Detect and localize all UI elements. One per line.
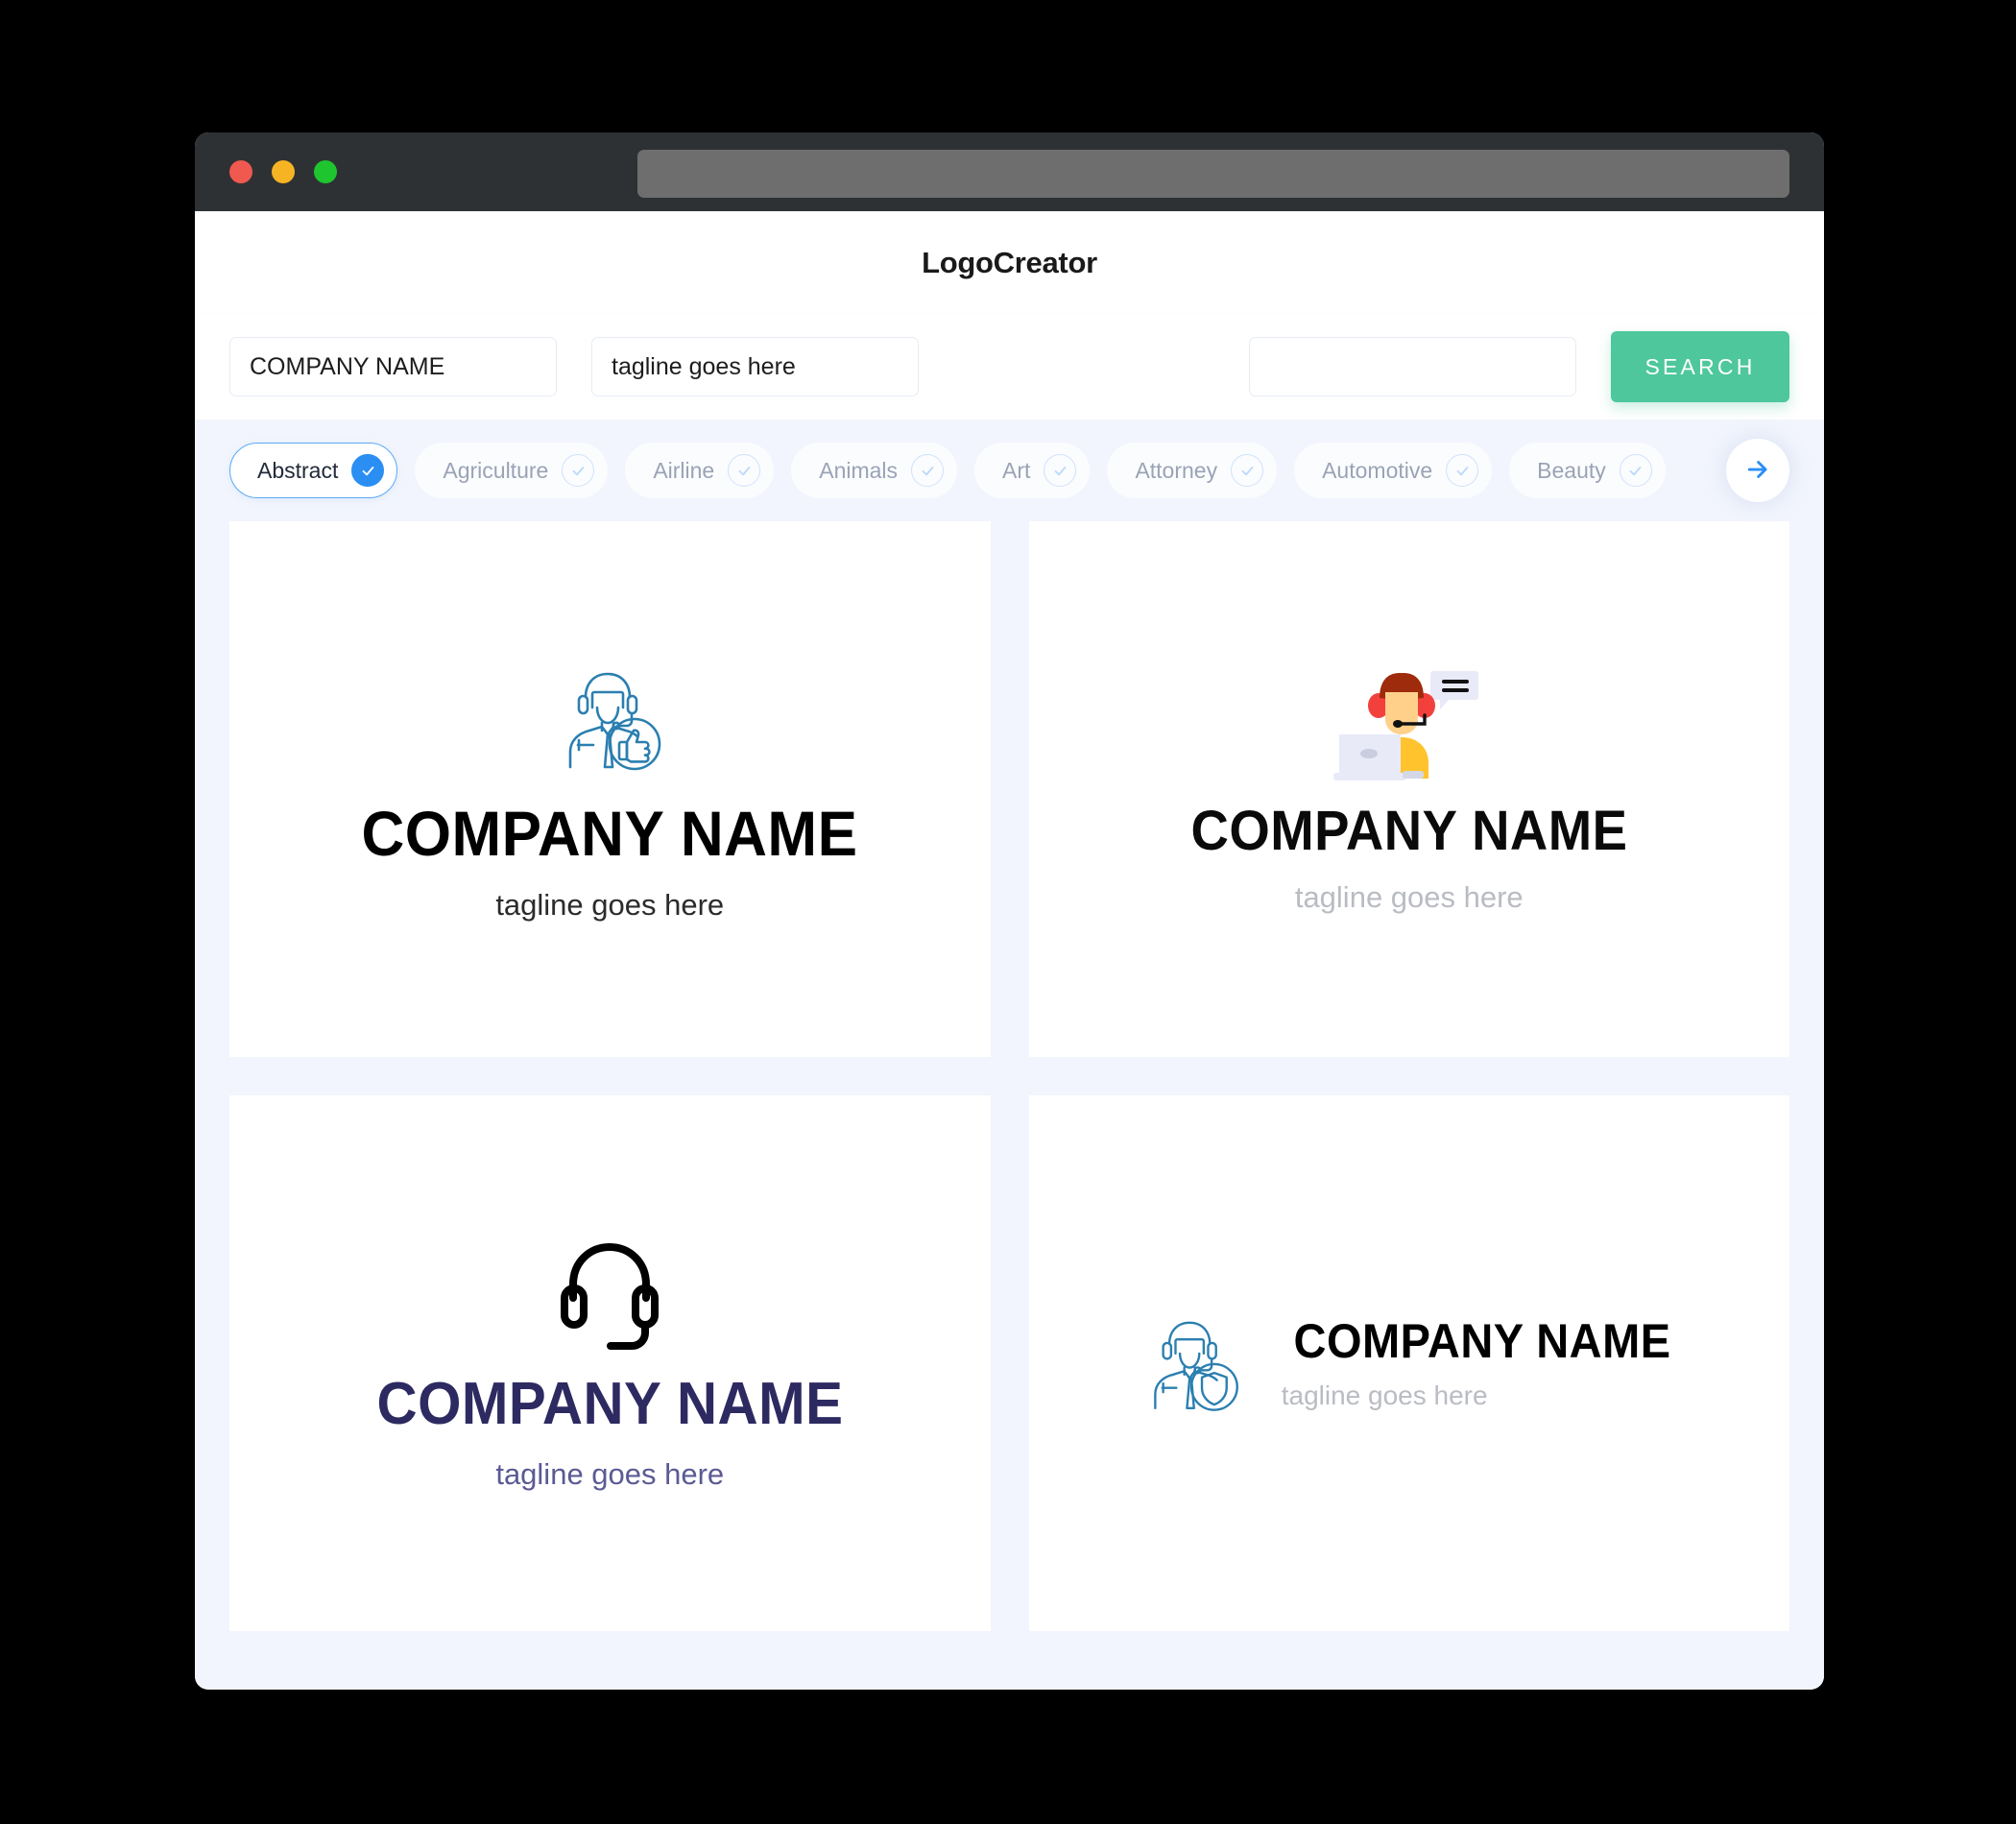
check-circle-icon [1044,454,1077,487]
category-chip-label: Art [1002,457,1031,483]
headset-icon [362,1238,858,1354]
search-toolbar: SEARCH [195,314,1824,420]
category-chip-automotive[interactable]: Automotive [1294,443,1493,498]
support-agent-shield-icon [1136,1309,1247,1417]
logo-results-grid: COMPANY NAME tagline goes here COMPANY N… [195,521,1824,1690]
category-chip-label: Airline [653,457,715,483]
check-circle-icon [728,454,761,487]
category-chip-label: Beauty [1537,457,1606,483]
maximize-window-button[interactable] [314,160,337,183]
app-header: LogoCreator [195,211,1824,314]
category-chip-label: Attorney [1135,457,1218,483]
arrow-right-icon [1743,455,1772,487]
check-circle-icon [1446,454,1479,487]
logo-company-name: COMPANY NAME [1190,799,1628,862]
logo-tagline: tagline goes here [495,887,725,922]
keyword-input[interactable] [1249,337,1576,396]
app-title: LogoCreator [922,245,1097,279]
logo-card[interactable]: COMPANY NAME tagline goes here [229,521,991,1057]
close-window-button[interactable] [229,160,252,183]
support-agent-thumbsup-icon [346,660,874,777]
tagline-input[interactable] [591,337,919,396]
categories-next-button[interactable] [1726,439,1789,502]
category-chip-label: Abstract [257,457,339,483]
check-circle-icon [1619,454,1652,487]
category-chip-abstract[interactable]: Abstract [229,443,398,498]
category-chip-attorney[interactable]: Attorney [1107,443,1278,498]
category-chip-label: Agriculture [443,457,549,483]
browser-window: LogoCreator SEARCH Abstract Agriculture … [195,132,1824,1690]
search-button[interactable]: SEARCH [1611,331,1789,402]
category-chip-art[interactable]: Art [974,443,1091,498]
logo-card[interactable]: COMPANY NAME tagline goes here [1028,521,1789,1057]
logo-company-name: COMPANY NAME [376,1370,844,1437]
logo-tagline: tagline goes here [495,1456,725,1491]
check-circle-icon [911,454,945,487]
company-name-input[interactable] [229,337,557,396]
category-filter-bar[interactable]: Abstract Agriculture Airline Animals Art… [195,420,1824,521]
category-chip-airline[interactable]: Airline [625,443,775,498]
url-address-bar[interactable] [637,150,1789,198]
category-chip-animals[interactable]: Animals [791,443,958,498]
browser-titlebar [195,132,1824,211]
logo-card[interactable]: COMPANY NAME tagline goes here [229,1095,991,1631]
call-center-operator-laptop-icon [1177,667,1642,780]
check-circle-icon [351,454,385,487]
category-chip-label: Automotive [1322,457,1433,483]
category-chip-beauty[interactable]: Beauty [1509,443,1666,498]
logo-company-name: COMPANY NAME [361,797,858,869]
logo-tagline: tagline goes here [1281,1380,1488,1410]
logo-tagline: tagline goes here [1294,879,1524,914]
logo-card[interactable]: COMPANY NAME tagline goes here [1028,1095,1789,1631]
category-chip-label: Animals [819,457,899,483]
minimize-window-button[interactable] [272,160,295,183]
category-chip-agriculture[interactable]: Agriculture [415,443,609,498]
check-circle-icon [1231,454,1264,487]
window-controls [229,160,337,183]
logo-company-name: COMPANY NAME [1293,1314,1671,1368]
check-circle-icon [562,454,595,487]
